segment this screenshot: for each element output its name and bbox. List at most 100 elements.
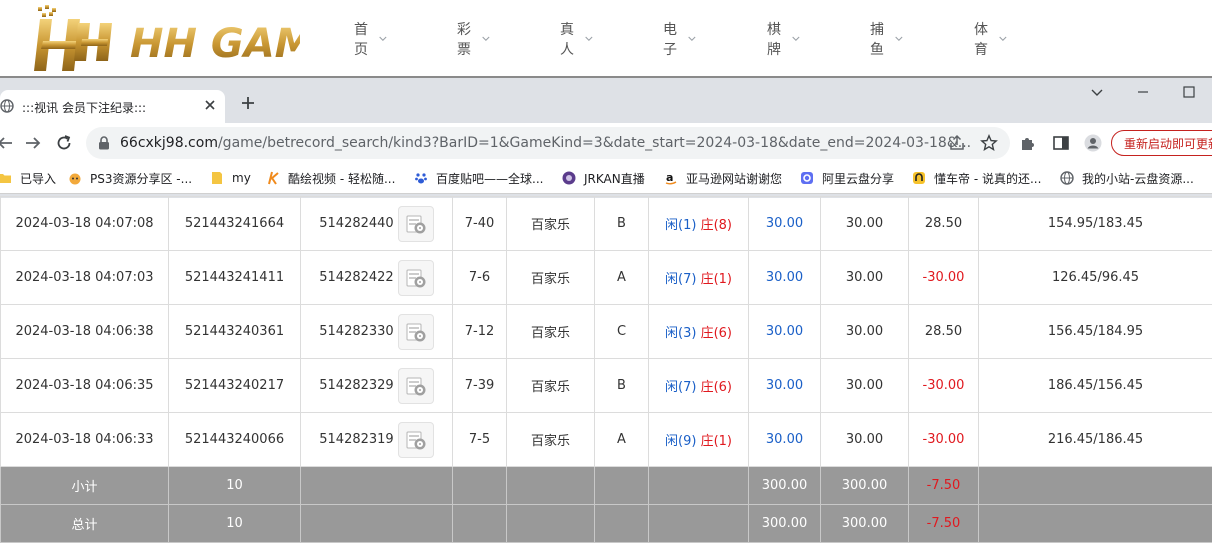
game-number-cell: 514282440 [300, 196, 453, 251]
bookmark-aliyun[interactable]: 阿里云盘分享 [800, 170, 894, 186]
player-result: 闲(7) [665, 380, 697, 395]
bookmark-tieba[interactable]: 百度贴吧——全球... [414, 170, 543, 186]
game-number: 514282319 [319, 432, 394, 447]
video-replay-icon [406, 431, 426, 449]
bookmark-amazon[interactable]: a 亚马逊网站谢谢您 [664, 170, 782, 186]
round-cell: 7-12 [452, 304, 507, 359]
table-row: 2024-03-18 04:07:03 521443241411 514282422… [0, 250, 1212, 305]
game-number-cell: 514282422 [300, 250, 453, 305]
game-number: 514282329 [319, 378, 394, 393]
video-replay-button[interactable] [397, 421, 434, 458]
bet-time-cell: 2024-03-18 04:06:35 [0, 358, 169, 413]
bet-amount-cell: 30.00 [748, 358, 821, 413]
bet-amount-cell: 30.00 [748, 196, 821, 251]
banker-result: 庄(8) [700, 218, 732, 233]
empty-cell [300, 504, 453, 543]
url-text[interactable]: 66cxkj98.com/game/betrecord_search/kind3… [120, 135, 971, 151]
forward-arrow-icon[interactable] [24, 134, 42, 152]
bet-number-cell: 521443240361 [168, 304, 301, 359]
balance-cell: 186.45/156.45 [978, 358, 1212, 413]
banker-result: 庄(1) [700, 434, 732, 449]
empty-cell [452, 466, 507, 505]
game-number: 514282422 [319, 270, 394, 285]
subtotal-count: 10 [168, 466, 301, 505]
nav-item-chess[interactable]: 棋牌 [767, 19, 800, 59]
nav-item-fishing[interactable]: 捕鱼 [870, 19, 903, 59]
nav-item-sports[interactable]: 体育 [974, 19, 1007, 59]
bookmark-video[interactable]: 酷绘视频 - 轻松随... [266, 170, 395, 186]
nav-item-lottery[interactable]: 彩票 [457, 19, 490, 59]
balance-cell: 156.45/184.95 [978, 304, 1212, 359]
globe-icon [1060, 171, 1074, 185]
empty-cell [594, 504, 649, 543]
game-type-cell: 百家乐 [506, 412, 595, 467]
round-cell: 7-39 [452, 358, 507, 413]
subtotal-win: -7.50 [908, 466, 979, 505]
subtotal-label: 小计 [0, 466, 169, 505]
player-result: 闲(7) [665, 272, 697, 287]
chevron-down-icon [585, 36, 593, 42]
table-row: 2024-03-18 04:06:38 521443240361 514282330… [0, 304, 1212, 359]
extensions-icon[interactable] [1019, 134, 1037, 152]
lock-icon[interactable] [98, 136, 110, 150]
total-row: 总计 10 300.00 300.00 -7.50 [0, 504, 1212, 543]
empty-cell [452, 504, 507, 543]
hh-game-logo[interactable]: HH GAME [30, 5, 300, 75]
profile-avatar-icon[interactable] [1084, 134, 1102, 152]
star-icon[interactable] [980, 134, 998, 152]
player-result: 闲(1) [665, 218, 697, 233]
valid-bet-cell: 30.00 [820, 358, 909, 413]
video-replay-icon [406, 323, 426, 341]
round-cell: 7-6 [452, 250, 507, 305]
video-replay-button[interactable] [397, 259, 434, 296]
total-label: 总计 [0, 504, 169, 543]
balance-cell: 154.95/183.45 [978, 196, 1212, 251]
reload-icon[interactable] [55, 134, 73, 152]
chevron-down-icon [999, 36, 1007, 42]
bookmark-mysite[interactable]: 我的小站-云盘资源... [1060, 170, 1194, 186]
game-type-cell: 百家乐 [506, 250, 595, 305]
table-row: 2024-03-18 04:06:33 521443240066 514282319… [0, 412, 1212, 467]
table-cell: A [594, 412, 649, 467]
nav-item-home[interactable]: 首页 [354, 19, 387, 59]
folder-icon [212, 172, 222, 184]
nav-item-electronic[interactable]: 电子 [663, 19, 696, 59]
cat-face-icon [69, 173, 81, 185]
bookmark-dongchedi[interactable]: 懂车帝 - 说真的还... [912, 170, 1041, 186]
bookmark-imported[interactable]: 已导入 [0, 170, 56, 186]
bookmark-ps3[interactable]: PS3资源分享区 -... [68, 170, 192, 186]
maximize-icon[interactable] [1181, 84, 1197, 100]
win-loss-cell: 28.50 [908, 304, 979, 359]
restart-update-button[interactable]: 重新启动即可更新 [1111, 130, 1212, 156]
bet-amount-cell: 30.00 [748, 304, 821, 359]
address-bar[interactable]: 66cxkj98.com/game/betrecord_search/kind3… [86, 127, 1010, 159]
chevron-down-icon[interactable] [1089, 84, 1105, 100]
share-icon[interactable] [948, 134, 966, 152]
back-arrow-icon[interactable] [0, 134, 14, 152]
svg-text:a: a [666, 171, 673, 184]
nav-item-live[interactable]: 真人 [560, 19, 593, 59]
video-replay-icon [406, 377, 426, 395]
empty-cell [648, 466, 749, 505]
bet-number-cell: 521443240217 [168, 358, 301, 413]
browser-tab[interactable]: :::视讯 会员下注纪录::: [0, 90, 225, 123]
bookmark-jrkan[interactable]: JRKAN直播 [562, 170, 645, 186]
plus-icon[interactable] [240, 95, 256, 111]
video-replay-button[interactable] [397, 367, 434, 404]
valid-bet-cell: 30.00 [820, 412, 909, 467]
empty-cell [594, 466, 649, 505]
video-replay-icon [406, 215, 426, 233]
bookmark-my[interactable]: my [210, 170, 251, 186]
game-type-cell: 百家乐 [506, 304, 595, 359]
browser-toolbar: 66cxkj98.com/game/betrecord_search/kind3… [0, 123, 1212, 163]
video-replay-button[interactable] [397, 205, 434, 242]
game-number-wrap: 514282329 [302, 367, 452, 404]
game-number-wrap: 514282440 [302, 205, 452, 242]
close-icon[interactable] [203, 98, 217, 112]
video-replay-button[interactable] [397, 313, 434, 350]
minimize-icon[interactable] [1135, 84, 1151, 100]
side-panel-icon[interactable] [1052, 134, 1070, 152]
win-loss-cell: -30.00 [908, 358, 979, 413]
game-number: 514282330 [319, 324, 394, 339]
banker-result: 庄(6) [700, 326, 732, 341]
